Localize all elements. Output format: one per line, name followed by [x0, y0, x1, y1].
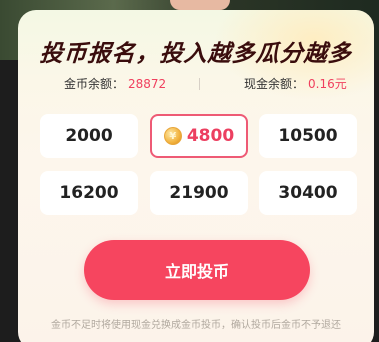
amount-option-value: 16200 [59, 183, 119, 203]
balance-row: 金币余额： 28872 现金余额： 0.16元 [18, 75, 374, 95]
amount-option-value: 30400 [278, 183, 338, 203]
submit-coin-button[interactable]: 立即投币 [84, 240, 310, 300]
amount-option-selected[interactable]: ¥ 4800 [150, 114, 248, 158]
panel-title: 投币报名，投入越多瓜分越多 [38, 41, 353, 67]
coin-balance: 金币余额： 28872 [64, 75, 166, 92]
cash-balance-label: 现金余额： [244, 77, 305, 91]
amount-option-value: 4800 [186, 126, 235, 146]
amount-option-value: 2000 [65, 126, 113, 146]
cash-balance-value: 0.16元 [308, 77, 347, 91]
coin-balance-value: 28872 [128, 77, 167, 91]
coin-entry-panel: 投币报名，投入越多瓜分越多 金币余额： 28872 现金余额： 0.16元 2000… [18, 10, 374, 342]
amount-option[interactable]: 2000 [40, 114, 138, 158]
coin-balance-label: 金币余额： [64, 77, 125, 91]
amount-option-value: 10500 [278, 126, 338, 146]
coin-icon: ¥ [163, 127, 182, 145]
amount-option-value: 21900 [169, 183, 229, 203]
balance-divider [199, 78, 200, 90]
footnote-text: 金币不足时将使用现金兑换成金币投币，确认投币后金币不予退还 [51, 320, 341, 331]
amount-option[interactable]: 21900 [150, 171, 248, 215]
amount-option[interactable]: 16200 [40, 171, 138, 215]
background-figure [170, 0, 230, 10]
amount-option[interactable]: 30400 [259, 171, 357, 215]
amount-option[interactable]: 10500 [259, 114, 357, 158]
cash-balance: 现金余额： 0.16元 [244, 75, 347, 92]
coin-icon-glyph: ¥ [169, 130, 177, 142]
